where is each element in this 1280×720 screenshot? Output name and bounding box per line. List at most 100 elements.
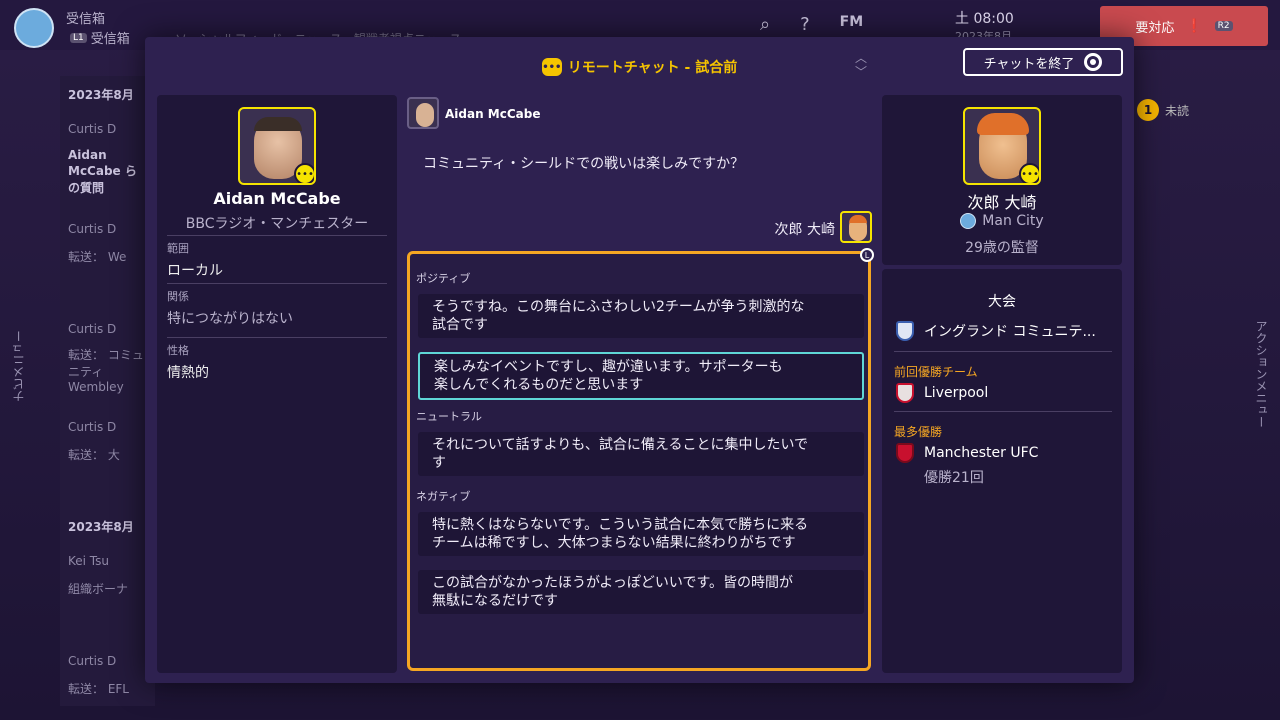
question-text: コミュニティ・シールドでの戦いは楽しみですか？ — [423, 156, 745, 172]
answer-option[interactable]: それについて話すよりも、試合に備えることに集中したいで す — [418, 432, 864, 476]
chat-bubble-icon: ••• — [294, 163, 314, 183]
competition-heading: 大会 — [988, 294, 1016, 310]
manager-label: 次郎 大崎 — [774, 222, 835, 238]
most-wins-count: 優勝21回 — [924, 470, 984, 486]
chat-bubble-icon: ••• — [1019, 163, 1039, 183]
attribute-scope: 範囲 ローカル — [167, 235, 387, 280]
scroll-arrows[interactable]: ︿ ﹀ — [855, 51, 867, 79]
hair-image — [977, 113, 1029, 135]
unread-count: 1 — [1137, 99, 1159, 121]
attribute-value: 情熱的 — [167, 365, 209, 381]
face-image — [416, 103, 434, 127]
list-item[interactable]: 組織ボーナ — [68, 580, 128, 597]
prev-winner-label: 前回優勝チーム — [894, 365, 978, 379]
answer-line: す — [432, 455, 446, 471]
clock-time: 土 08:00 — [955, 11, 1014, 27]
answer-option[interactable]: この試合がなかったほうがよっぽどいいです。皆の時間が 無駄になるだけです — [418, 570, 864, 614]
list-item[interactable]: Curtis D — [68, 322, 116, 336]
nav-menu-tab[interactable]: ナビメニュー — [10, 330, 27, 402]
fm-menu-icon[interactable]: FM — [840, 14, 864, 35]
attribute-value: ローカル — [167, 263, 223, 279]
most-wins-team: Manchester UFC — [924, 445, 1039, 461]
answer-line: 特に熱くはならないです。こういう試合に本気で勝ちに来る — [432, 517, 809, 533]
chat-icon: ••• — [541, 58, 562, 76]
attribute-label: 性格 — [167, 344, 189, 357]
l1-key-badge: L1 — [70, 32, 87, 43]
journalist-avatar: ••• — [238, 107, 316, 185]
hair-image — [254, 117, 302, 131]
r2-key-badge: R2 — [1214, 21, 1233, 31]
chevron-up-icon[interactable]: ︿ — [855, 51, 867, 65]
most-wins-label: 最多優勝 — [894, 425, 943, 439]
conversation-area: Aidan McCabe コミュニティ・シールドでの戦いは楽しみですか？ 次郎 … — [403, 95, 879, 673]
answer-option[interactable]: そうですね。この舞台にふさわしい2チームが争う刺激的な 試合です — [418, 294, 864, 338]
competition-panel: 大会 イングランド コミュニテ... 前回優勝チーム Liverpool 最多優… — [882, 269, 1122, 673]
answer-line: 楽しみなイベントですし、趣が違います。サポーターも — [434, 359, 783, 375]
answer-line: それについて話すよりも、試合に備えることに集中したいで — [432, 437, 809, 453]
list-item[interactable]: Curtis D — [68, 654, 116, 668]
end-chat-button[interactable]: チャットを終了 — [963, 48, 1123, 76]
most-wins-row[interactable]: Manchester UFC — [896, 443, 1112, 463]
journalist-panel: ••• Aidan McCabe BBCラジオ・マンチェスター 範囲 ローカル … — [157, 95, 397, 673]
journalist-mini-avatar — [407, 97, 439, 129]
divider — [894, 411, 1112, 412]
list-item[interactable]: Curtis D — [68, 222, 116, 236]
answer-option-selected[interactable]: 楽しみなイベントですし、趣が違います。サポーターも 楽しんでくれるものだと思いま… — [418, 352, 864, 400]
answer-line: チームは稀ですし、大体つまらない結果に終わりがちです — [432, 535, 796, 551]
alert-icon: ❗ — [1186, 18, 1203, 34]
list-date-header: 2023年8月 — [68, 520, 134, 534]
category-neutral: ニュートラル — [416, 410, 482, 423]
club-crest-icon — [960, 213, 977, 229]
attribute-label: 関係 — [167, 290, 189, 303]
attribute-personality: 性格 情熱的 — [167, 337, 387, 382]
competition-name: イングランド コミュニテ... — [924, 324, 1096, 340]
answer-option[interactable]: 特に熱くはならないです。こういう試合に本気で勝ちに来る チームは稀ですし、大体つ… — [418, 512, 864, 556]
list-item[interactable]: Kei Tsu — [68, 554, 109, 568]
manager-name: 次郎 大崎 — [967, 193, 1037, 212]
list-item[interactable]: 転送： EFL — [68, 680, 129, 697]
prev-winner-team: Liverpool — [924, 385, 989, 401]
inbox-tab[interactable]: L1 受信箱 — [70, 28, 130, 47]
category-positive: ポジティブ — [416, 272, 471, 285]
answer-line: この試合がなかったほうがよっぽどいいです。皆の時間が — [432, 575, 794, 591]
attribute-relation: 関係 特につながりはない — [167, 283, 387, 328]
question-author: Aidan McCabe — [445, 107, 541, 121]
answer-line: そうですね。この舞台にふさわしい2チームが争う刺激的な — [432, 299, 805, 315]
answer-options-box: L ポジティブ そうですね。この舞台にふさわしい2チームが争う刺激的な 試合です… — [407, 248, 874, 671]
remote-chat-dialog: ••• リモートチャット - 試合前 ︿ ﹀ チャットを終了 ••• Aidan… — [145, 37, 1134, 683]
chevron-down-icon[interactable]: ﹀ — [855, 65, 867, 79]
unread-indicator: 1 未読 — [1137, 95, 1207, 125]
club-crest-icon — [896, 383, 914, 403]
list-item[interactable]: 転送： コミュニティ Wembley — [68, 346, 148, 394]
divider — [894, 351, 1112, 352]
end-chat-label: チャットを終了 — [983, 56, 1075, 72]
hair-image — [849, 215, 867, 223]
prev-winner-row[interactable]: Liverpool — [896, 383, 1112, 403]
answer-line: 試合です — [432, 317, 488, 333]
unread-label: 未読 — [1165, 103, 1190, 118]
search-icon[interactable]: ⌕ — [760, 14, 770, 35]
dialog-title-text: リモートチャット - 試合前 — [567, 60, 738, 76]
l-button-badge: L — [860, 248, 874, 262]
list-item[interactable]: Aidan McCabe らの質問 — [68, 148, 148, 196]
journalist-name: Aidan McCabe — [213, 189, 341, 208]
list-item[interactable]: Curtis D — [68, 122, 116, 136]
attribute-value: 特につながりはない — [167, 311, 293, 327]
list-item[interactable]: Curtis D — [68, 420, 116, 434]
competition-row[interactable]: イングランド コミュニテ... — [896, 321, 1112, 341]
attribute-label: 範囲 — [167, 242, 189, 255]
action-menu-tab[interactable]: アクションメニュー — [1253, 320, 1270, 428]
inbox-title: 受信箱 — [66, 12, 106, 27]
top-icons: ⌕ ? FM — [760, 14, 863, 35]
list-item[interactable]: 転送： We — [68, 248, 126, 265]
manager-avatar: ••• — [963, 107, 1041, 185]
manager-age: 29歳の監督 — [965, 240, 1039, 256]
manager-club: Man City — [882, 213, 1122, 229]
list-item[interactable]: 転送： 大 — [68, 446, 120, 463]
club-crest-icon — [896, 443, 914, 463]
journalist-outlet: BBCラジオ・マンチェスター — [185, 216, 369, 232]
help-icon[interactable]: ? — [800, 14, 810, 35]
circle-button-icon — [1084, 53, 1103, 71]
club-logo[interactable] — [14, 8, 54, 48]
inbox-tab-label: 受信箱 — [90, 32, 130, 47]
